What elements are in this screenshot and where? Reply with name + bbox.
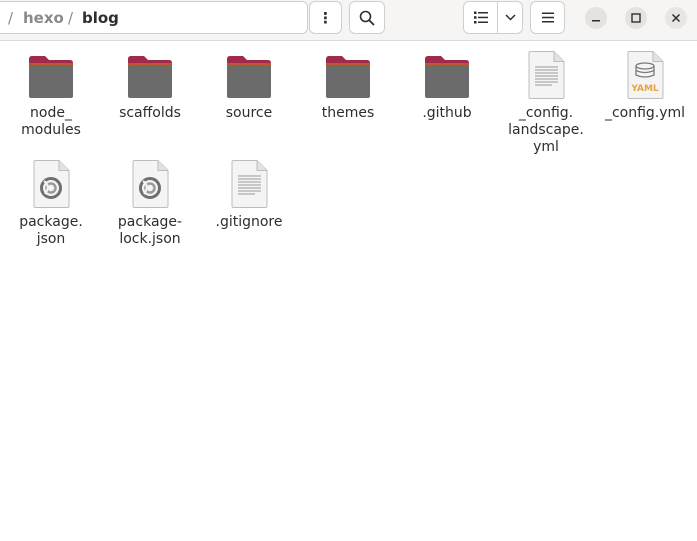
file-item-gitignore[interactable]: .gitignore <box>201 158 297 231</box>
file-item-package-json[interactable]: package. json <box>3 158 99 248</box>
file-label: _config.yml <box>604 105 686 121</box>
breadcrumb-hexo[interactable]: hexo <box>23 9 64 27</box>
view-options-dropdown[interactable] <box>498 1 523 34</box>
path-separator: / <box>8 9 14 27</box>
vertical-dots-icon: ⋮ <box>318 8 333 27</box>
yaml-file-icon: YAML <box>619 49 671 99</box>
search-icon <box>359 10 375 25</box>
file-item-package-lock-json[interactable]: package- lock.json <box>102 158 198 248</box>
close-icon <box>671 13 681 23</box>
breadcrumb-blog[interactable]: blog <box>82 9 119 27</box>
file-label: .gitignore <box>215 214 283 230</box>
file-item-config-yml[interactable]: YAML _config.yml <box>597 49 693 122</box>
path-separator: / <box>68 9 74 27</box>
file-label: scaffolds <box>119 105 181 121</box>
file-label: source <box>225 105 273 121</box>
file-item-themes[interactable]: themes <box>300 49 396 122</box>
path-bar: / hexo / blog <box>0 1 308 34</box>
hamburger-menu-icon <box>541 12 554 23</box>
folder-icon <box>421 49 473 99</box>
file-manager-window: / hexo / blog ⋮ node_ modules scaffolds … <box>0 0 697 541</box>
file-item-github[interactable]: .github <box>399 49 495 122</box>
file-item-source[interactable]: source <box>201 49 297 122</box>
file-grid: node_ modules scaffolds source themes .g… <box>0 41 697 541</box>
folder-icon <box>124 49 176 99</box>
list-view-button[interactable] <box>463 1 498 34</box>
json-file-icon <box>124 158 176 208</box>
yaml-badge: YAML <box>630 84 659 94</box>
maximize-icon <box>631 13 641 23</box>
minimize-button[interactable] <box>585 7 607 29</box>
file-item-scaffolds[interactable]: scaffolds <box>102 49 198 122</box>
header-bar: / hexo / blog ⋮ <box>0 0 697 41</box>
file-item-node-modules[interactable]: node_ modules <box>3 49 99 139</box>
text-file-icon <box>223 158 275 208</box>
folder-icon <box>25 49 77 99</box>
maximize-button[interactable] <box>625 7 647 29</box>
file-label: _config. landscape. yml <box>508 105 584 155</box>
file-label: node_ modules <box>21 105 81 138</box>
folder-icon <box>322 49 374 99</box>
main-menu-button[interactable] <box>530 1 565 34</box>
folder-icon <box>223 49 275 99</box>
chevron-down-icon <box>504 14 516 21</box>
file-item-config-landscape-yml[interactable]: _config. landscape. yml <box>498 49 594 156</box>
file-label: package- lock.json <box>117 214 183 247</box>
json-file-icon <box>25 158 77 208</box>
close-button[interactable] <box>665 7 687 29</box>
list-view-icon <box>473 11 488 24</box>
text-file-icon <box>520 49 572 99</box>
path-menu-button[interactable]: ⋮ <box>309 1 342 34</box>
file-label: themes <box>321 105 375 121</box>
search-button[interactable] <box>349 1 385 34</box>
file-label: .github <box>422 105 472 121</box>
file-label: package. json <box>19 214 83 247</box>
minimize-icon <box>592 20 600 22</box>
